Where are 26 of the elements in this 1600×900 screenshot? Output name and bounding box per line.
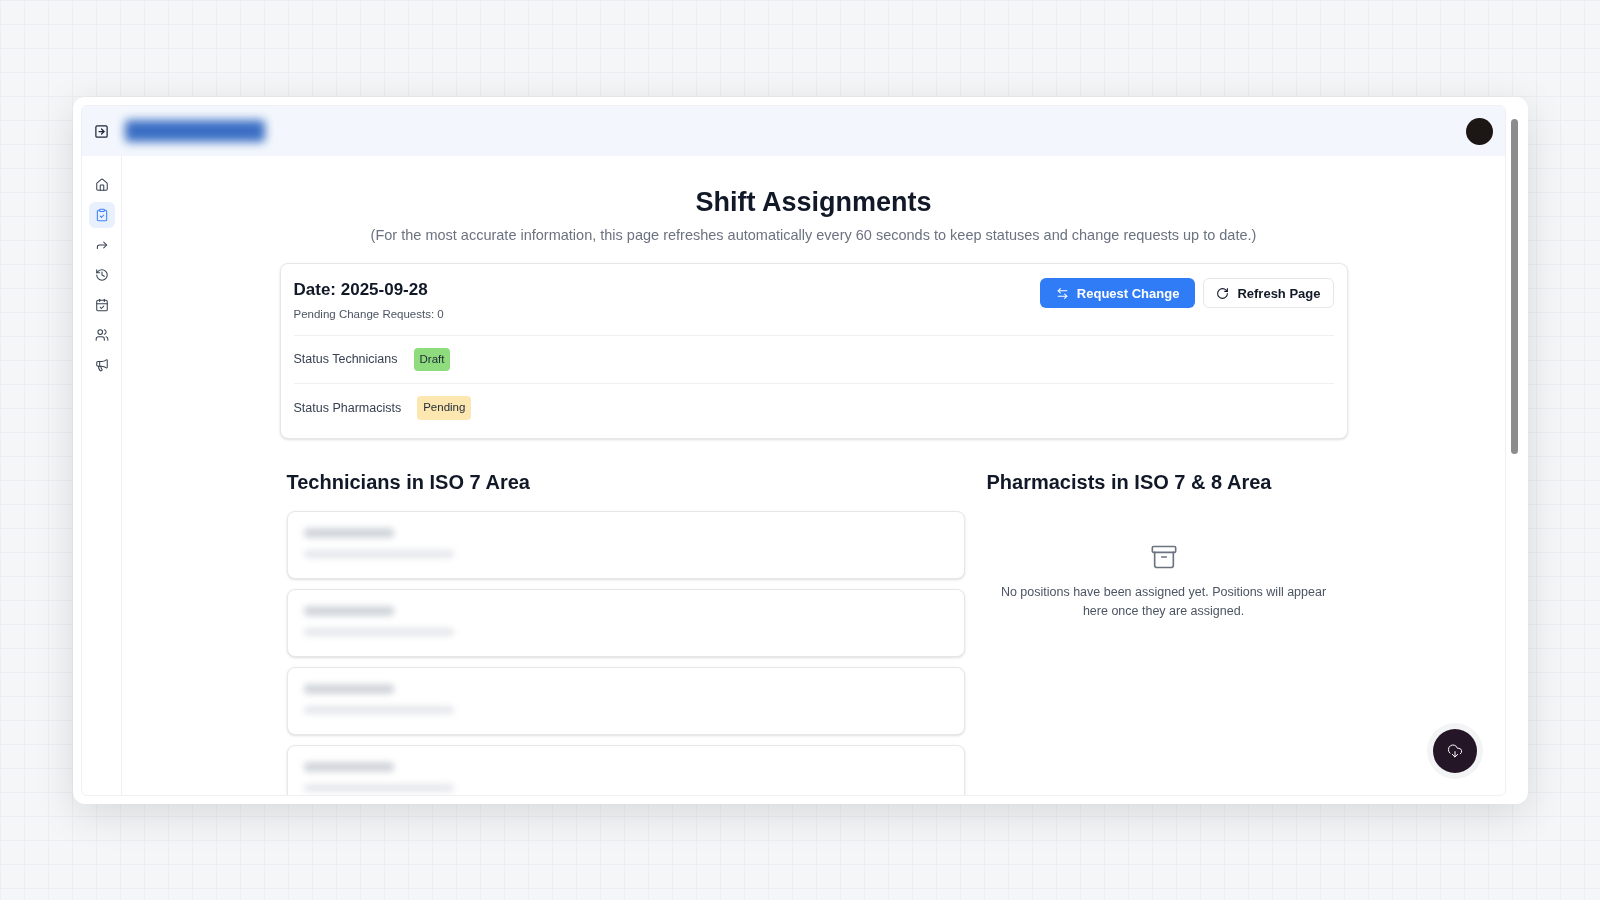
sidebar-item[interactable] [88, 202, 115, 228]
empty-message: No positions have been assigned yet. Positions will appear here once they are assigned. [999, 583, 1328, 620]
megaphone-icon [94, 358, 109, 372]
section-heading: Pharmacists in ISO 7 & 8 Area [986, 469, 1272, 495]
date-heading: Date: 2025-09-28 [293, 279, 429, 302]
swap-icon [1055, 286, 1069, 300]
pending-requests: Pending Change Requests: 0 [293, 306, 444, 322]
avatar[interactable] [1466, 117, 1493, 145]
home-icon [94, 178, 109, 192]
status-badge: Pending [417, 396, 472, 420]
clipboard-icon [94, 208, 109, 222]
page-subtitle: (For the most accurate information, this page refreshes automatically every 60 seconds to keep statuses and change requests up to date.) [370, 225, 1257, 245]
status-label: Status Technicians [293, 351, 398, 369]
cloud-download-icon [1447, 743, 1463, 759]
expand-sidebar-icon[interactable] [94, 123, 109, 139]
status-label: Status Pharmacists [293, 399, 402, 417]
refresh-icon [1216, 286, 1230, 300]
calendar-icon [94, 298, 109, 312]
section-heading: Technicians in ISO 7 Area [286, 469, 531, 495]
history-icon [94, 268, 109, 282]
status-badge: Draft [413, 348, 451, 372]
people-icon [94, 328, 109, 342]
refresh-page-button[interactable]: Refresh Page [1203, 278, 1334, 309]
request-change-button[interactable]: Request Change [1039, 278, 1196, 309]
page-title: Shift Assignments [695, 186, 932, 219]
forward-arrow-icon [94, 238, 109, 252]
